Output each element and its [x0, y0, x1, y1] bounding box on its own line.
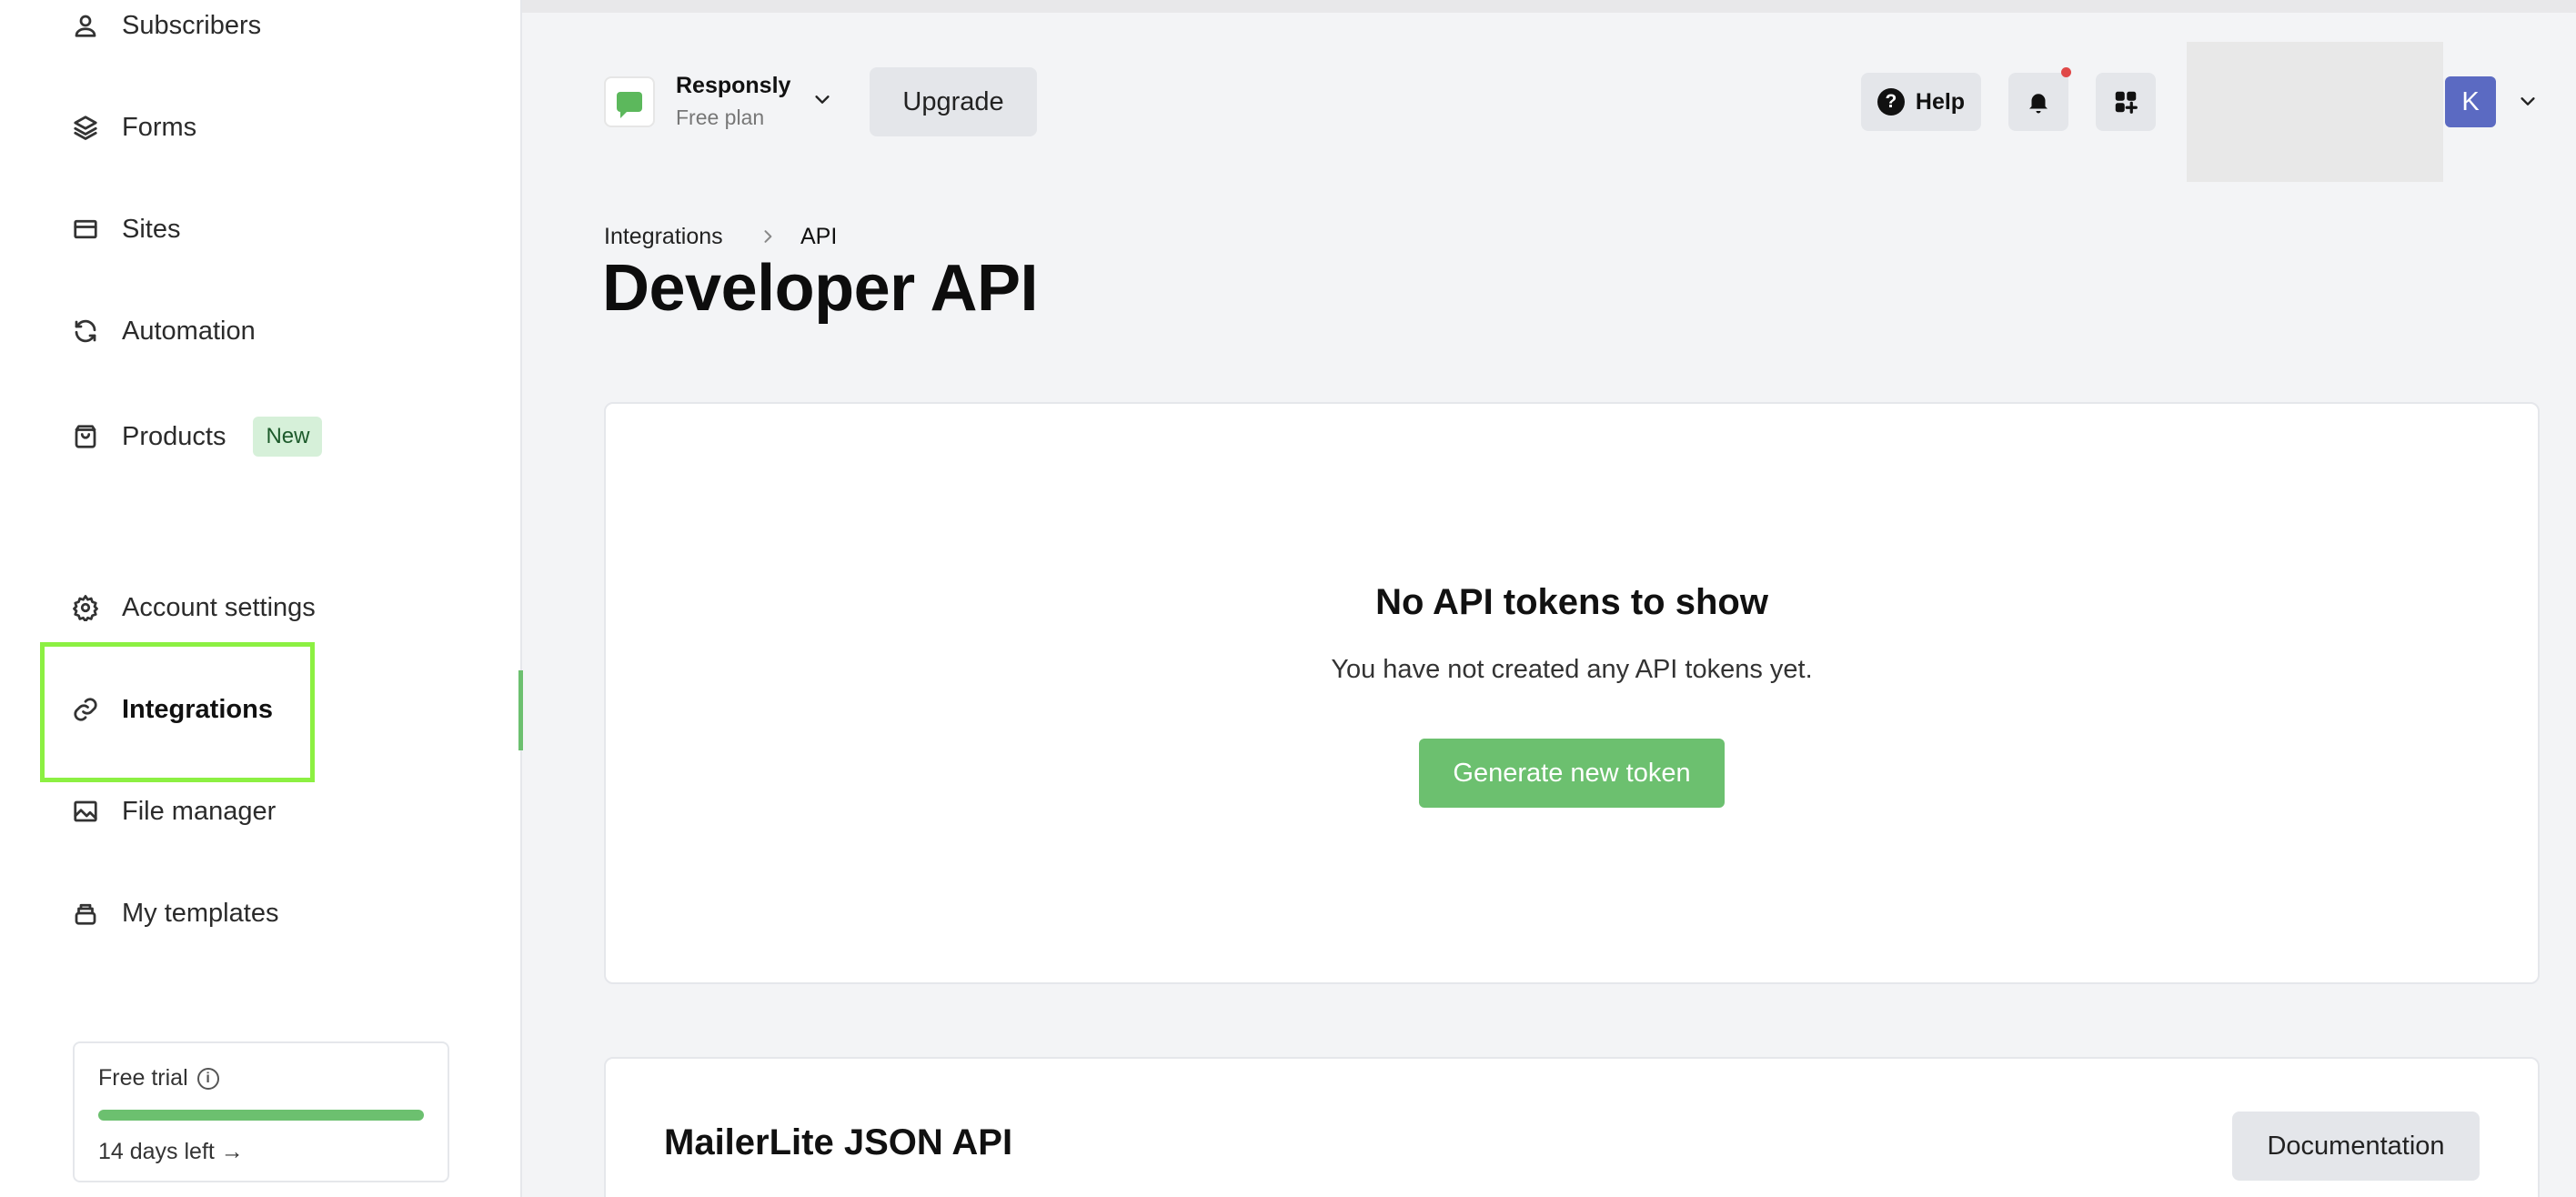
free-trial-card[interactable]: Free trial i 14 days left → [73, 1041, 449, 1182]
chevron-down-icon[interactable] [812, 89, 832, 109]
sidebar-item-forms[interactable]: Forms [71, 100, 196, 155]
apps-button[interactable] [2096, 73, 2156, 131]
sidebar: Subscribers Forms Sites Automation Produ… [0, 0, 523, 1197]
documentation-button[interactable]: Documentation [2232, 1112, 2480, 1181]
chevron-right-icon [764, 230, 772, 243]
breadcrumb-current: API [800, 224, 838, 249]
json-api-title: MailerLite JSON API [664, 1122, 1013, 1162]
help-button[interactable]: ? Help [1861, 73, 1981, 131]
account-plan: Free plan [676, 106, 765, 129]
trial-label: Free trial [98, 1065, 188, 1091]
help-label: Help [1915, 88, 1966, 115]
sidebar-item-label: Sites [122, 214, 181, 244]
notifications-button[interactable] [2008, 73, 2068, 131]
browser-icon [71, 215, 100, 244]
sidebar-item-label: Products [122, 421, 226, 451]
sidebar-item-label: File manager [122, 796, 277, 826]
sidebar-item-file-manager[interactable]: File manager [71, 784, 276, 839]
account-name[interactable]: Responsly [676, 73, 790, 99]
new-badge: New [253, 417, 323, 457]
question-icon: ? [1877, 88, 1905, 116]
bag-icon [71, 422, 100, 451]
breadcrumb-integrations[interactable]: Integrations [604, 224, 723, 250]
notification-dot [2061, 67, 2071, 77]
sidebar-item-automation[interactable]: Automation [71, 304, 256, 358]
info-icon[interactable]: i [196, 1067, 219, 1090]
sidebar-item-label: Automation [122, 316, 256, 346]
sidebar-item-sites[interactable]: Sites [71, 202, 180, 256]
api-tokens-card [604, 402, 2540, 984]
bell-icon [2029, 94, 2048, 114]
sidebar-item-label: Account settings [122, 592, 316, 622]
trial-progress-bar [98, 1110, 424, 1121]
upgrade-button[interactable]: Upgrade [870, 67, 1037, 136]
sidebar-item-products[interactable]: Products New [71, 409, 323, 464]
sidebar-item-my-templates[interactable]: My templates [71, 886, 278, 940]
account-logo[interactable] [604, 76, 655, 127]
user-icon [71, 11, 100, 40]
stack-icon [71, 899, 100, 928]
gear-icon [71, 593, 100, 622]
sidebar-item-account-settings[interactable]: Account settings [71, 580, 316, 635]
sidebar-item-label: Forms [122, 112, 197, 142]
refresh-icon [71, 317, 100, 346]
highlight-integrations [40, 642, 315, 782]
page-title: Developer API [602, 252, 1039, 325]
layers-icon [71, 113, 100, 142]
user-avatar[interactable]: K [2445, 76, 2496, 127]
image-icon [71, 797, 100, 826]
placeholder-block [2187, 42, 2443, 182]
sidebar-item-label: Subscribers [122, 10, 262, 40]
apps-grid-icon [2115, 91, 2138, 114]
chevron-down-icon[interactable] [2518, 91, 2538, 111]
sidebar-item-subscribers[interactable]: Subscribers [71, 0, 261, 53]
sidebar-item-label: My templates [122, 898, 279, 928]
generate-token-button[interactable]: Generate new token [1419, 739, 1725, 808]
chat-bubble-icon [617, 92, 642, 118]
active-indicator [518, 670, 523, 750]
trial-days-left[interactable]: 14 days left → [98, 1139, 424, 1165]
